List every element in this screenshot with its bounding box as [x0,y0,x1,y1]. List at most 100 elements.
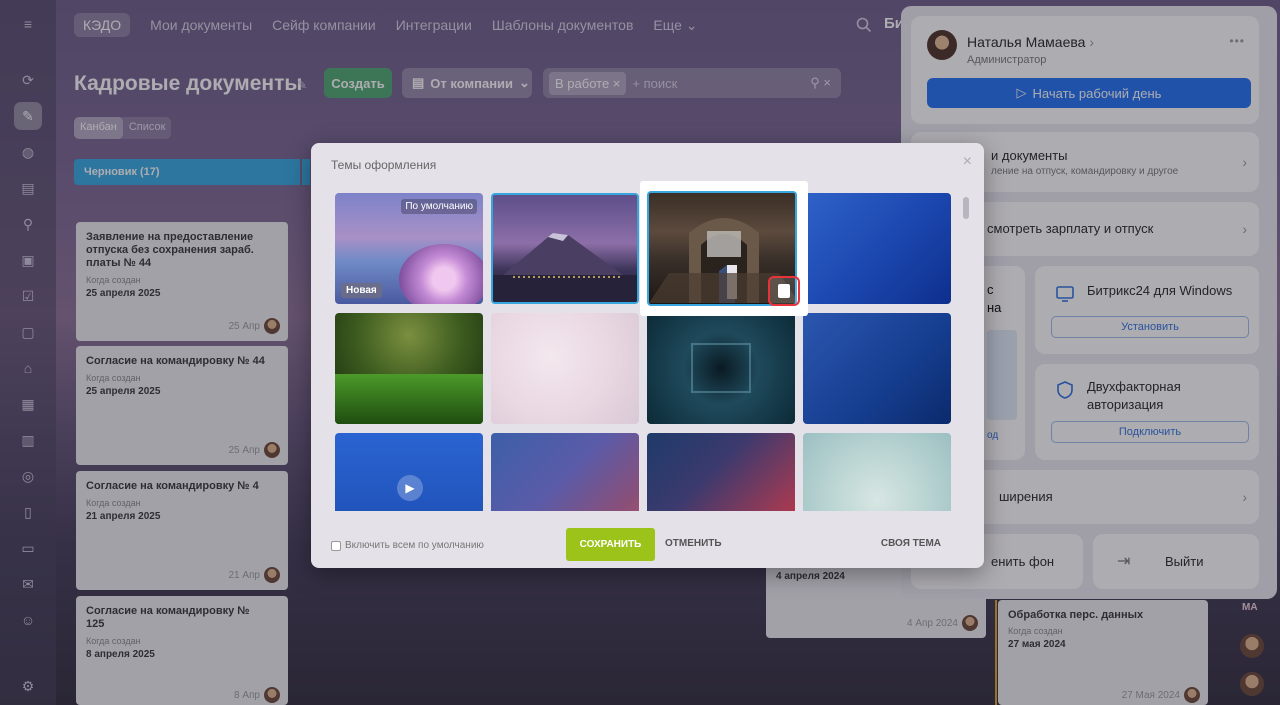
image-icon[interactable]: ▣ [14,246,42,274]
flower-graphic [399,244,483,304]
nav-item-my-documents[interactable]: Мои документы [150,17,252,33]
card-title: Согласие на командировку № 4 [86,480,259,492]
default-badge: По умолчанию [401,199,477,214]
filter-list-icon: ▤ [412,75,425,90]
theme-thumbnail[interactable] [803,313,951,424]
card-short-date: 25 Апр [228,320,260,332]
theme-thumbnail[interactable]: ▶ [335,433,483,511]
play-icon[interactable]: ▶ [397,475,423,501]
target-icon[interactable]: ◎ [14,462,42,490]
card-created-label: Когда создан [86,636,141,646]
left-tile-button[interactable]: од [987,430,998,441]
kanban-card[interactable]: Согласие на командировку № 4 Когда созда… [76,471,288,590]
logout-icon: ⇥ [1117,553,1131,570]
connect-button[interactable]: Подключить [1051,421,1249,443]
kanban-card[interactable]: Согласие на командировку № 125 Когда соз… [76,596,288,705]
chat-icon[interactable]: ▢ [14,318,42,346]
chevron-down-icon: ⌄ [519,75,530,90]
avatar[interactable] [1240,634,1264,658]
nav-item-kedo[interactable]: КЭДО [74,13,131,37]
user-name[interactable]: Наталья Мамаева › [967,34,1094,50]
logout-button[interactable]: ⇥ Выйти [1093,534,1259,589]
card-short-date: 27 Мая 2024 [1121,689,1180,701]
file-icon[interactable]: ▤ [14,174,42,202]
theme-thumbnail[interactable] [491,313,639,424]
doc-icon[interactable]: ▯ [14,498,42,526]
install-button[interactable]: Установить [1051,316,1249,338]
menu-icon[interactable]: ≡ [14,10,42,38]
default-for-all-checkbox[interactable]: Включить всем по умолчанию [331,540,484,551]
theme-thumbnail[interactable] [647,313,795,424]
card-created-label: Когда создан [1008,626,1063,636]
theme-thumbnail[interactable] [491,433,639,511]
filter-tag[interactable]: В работе × [549,71,627,95]
nav-item-more[interactable]: Еще ⌄ [653,17,697,34]
filter-icon[interactable]: ⚲ [14,210,42,238]
tunnel-graphic [691,343,751,393]
left-tile-text-b: на [987,300,1002,315]
avatar [264,567,280,583]
docs-subtitle: ление на отпуск, командировку и другое [991,166,1179,177]
search-filter-field[interactable]: В работе × + поиск ⚲ × [543,68,841,98]
theme-thumbnail[interactable]: По умолчанию Новая [335,193,483,304]
edit-title-icon[interactable]: ✎ [297,78,307,92]
page-title: Кадровые документы [74,72,303,95]
close-icon[interactable]: × [963,153,972,171]
create-button[interactable]: Создать [324,68,392,98]
globe-icon[interactable]: ◍ [14,138,42,166]
more-icon[interactable]: ••• [1229,34,1245,48]
card-created-label: Когда создан [86,275,141,285]
shield-icon [1057,381,1073,399]
nav-item-templates[interactable]: Шаблоны документов [492,17,634,33]
search-icon[interactable] [855,16,873,34]
avatar [264,442,280,458]
theme-thumbnail[interactable] [335,313,483,424]
scrollbar[interactable] [962,191,970,509]
schedule-icon[interactable]: ▥ [14,426,42,454]
mail-icon[interactable]: ✉ [14,570,42,598]
save-button[interactable]: СОХРАНИТЬ [566,528,655,561]
delete-theme-button[interactable] [768,276,800,306]
search-clear-icons[interactable]: ⚲ × [810,75,831,91]
company-filter-button[interactable]: ▤ От компании ⌄ [402,68,532,98]
own-theme-button[interactable]: СВОЯ ТЕМА [881,538,941,549]
search-input[interactable]: + поиск [632,76,677,91]
remove-tag-icon[interactable]: × [613,76,621,91]
kanban-column-header[interactable]: Черновик (17) [74,159,300,185]
basket-icon[interactable]: ⌂ [14,354,42,382]
view-kanban-tab[interactable]: Канбан [74,117,123,139]
start-workday-button[interactable]: ▷ Начать рабочий день [927,78,1251,108]
card-icon[interactable]: ▭ [14,534,42,562]
user-card: Наталья Мамаева › Администратор ••• ▷ Нач… [911,16,1259,124]
nav-item-integrations[interactable]: Интеграции [396,17,472,33]
kanban-card[interactable]: Заявление на предоставление отпуска без … [76,222,288,341]
top-navigation: КЭДО Мои документы Сейф компании Интегра… [74,12,698,38]
checkbox[interactable] [331,540,341,551]
nav-item-company-safe[interactable]: Сейф компании [272,17,376,33]
avatar[interactable] [1240,672,1264,696]
card-created-date: 21 апреля 2025 [86,511,161,522]
refresh-icon[interactable]: ⟳ [14,66,42,94]
cancel-button[interactable]: ОТМЕНИТЬ [665,538,722,549]
card-created-date: 25 апреля 2025 [86,386,161,397]
view-list-tab[interactable]: Список [123,117,172,139]
card-title: Обработка перс. данных [1008,609,1144,621]
card-short-date: 4 Апр 2024 [906,617,958,629]
checkbox-label: Включить всем по умолчанию [345,540,484,551]
scrollbar-thumb[interactable] [963,197,969,219]
avatar[interactable] [927,30,957,60]
kanban-card[interactable]: Согласие на командировку № 44 Когда созд… [76,346,288,465]
theme-thumbnail[interactable] [491,193,639,304]
twofa-tile: Двухфакторная авторизация Подключить [1035,364,1259,460]
theme-thumbnail[interactable] [647,433,795,511]
settings-icon[interactable]: ⚙ [14,672,42,700]
theme-thumbnail[interactable] [803,193,951,304]
checkbox-icon[interactable]: ☑ [14,282,42,310]
documents-icon[interactable]: ✎ [14,102,42,130]
salary-label: смотреть зарплату и отпуск [987,221,1154,236]
windows-app-title: Битрикс24 для Windows [1087,283,1233,298]
users-icon[interactable]: ☺ [14,606,42,634]
calendar-icon[interactable]: ▦ [14,390,42,418]
kanban-card[interactable]: Обработка перс. данных Когда создан 27 м… [998,600,1208,705]
theme-thumbnail[interactable] [803,433,951,511]
